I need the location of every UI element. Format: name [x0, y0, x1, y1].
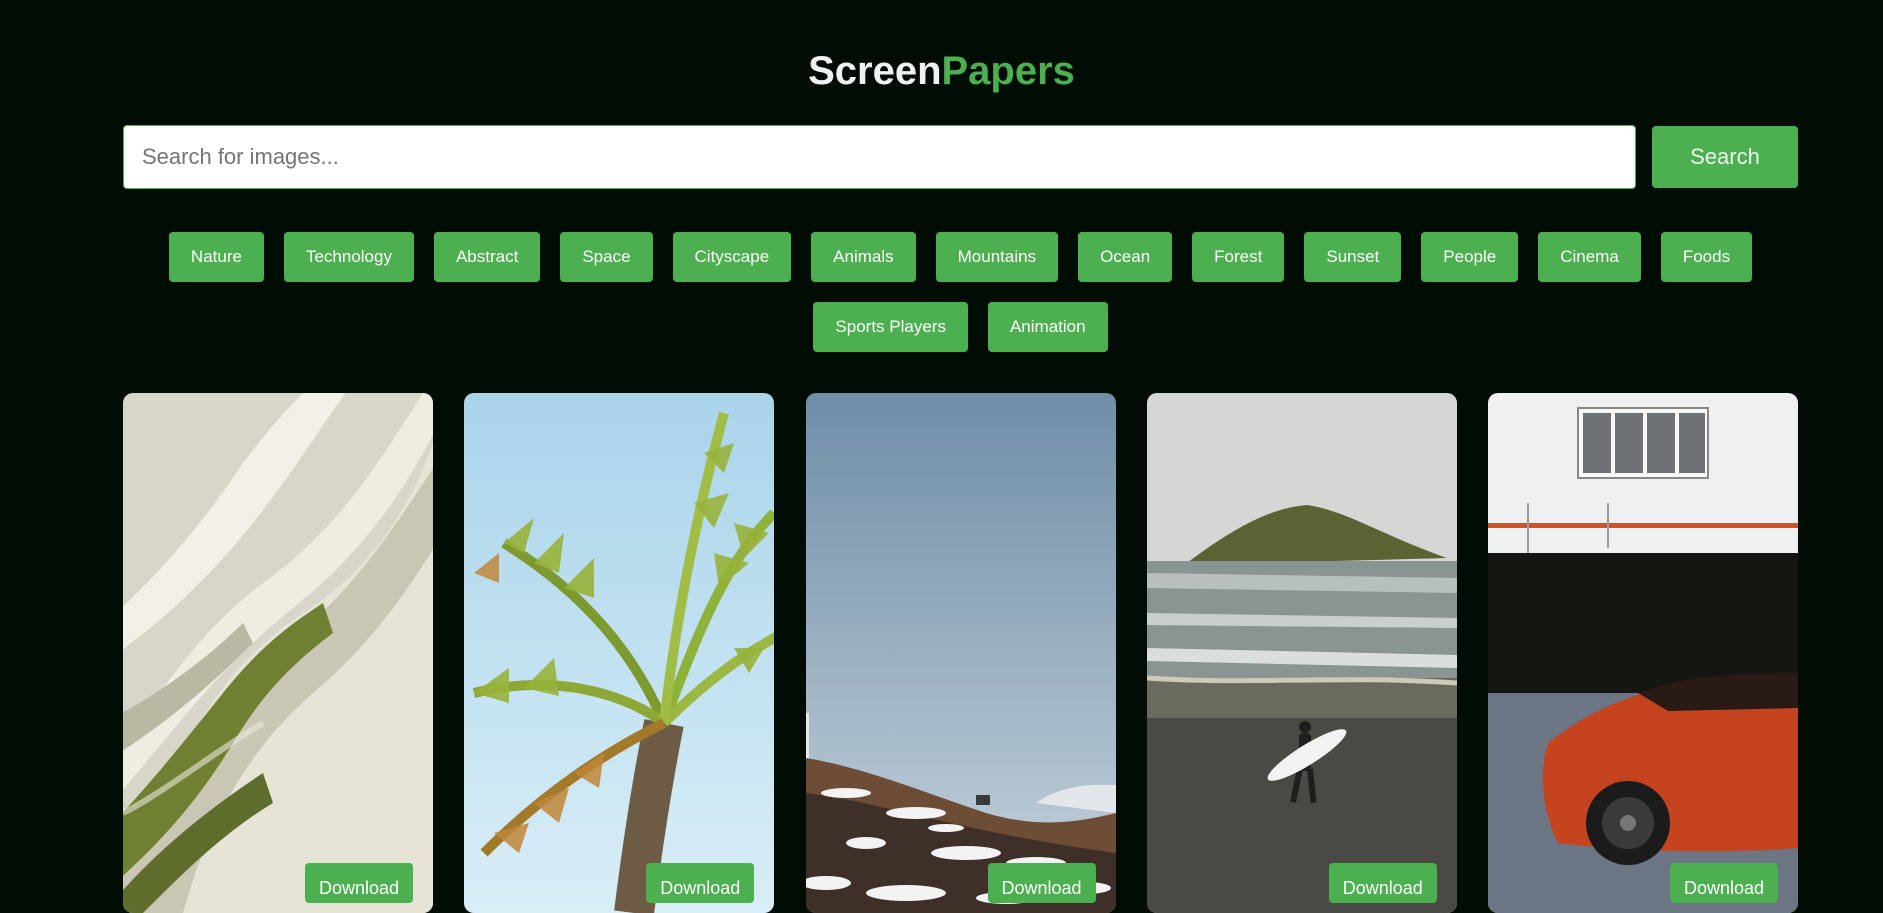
image-card[interactable]: Download	[464, 393, 775, 913]
category-button-space[interactable]: Space	[560, 232, 653, 282]
category-button-abstract[interactable]: Abstract	[433, 232, 541, 282]
category-button-nature[interactable]: Nature	[168, 232, 264, 282]
category-button-ocean[interactable]: Ocean	[1078, 232, 1173, 282]
image-card[interactable]: Download	[805, 393, 1116, 913]
download-button[interactable]: Download	[305, 863, 413, 903]
search-bar: Search	[123, 125, 1798, 189]
palm-tree-image	[464, 393, 775, 913]
red-sports-car-image	[1488, 393, 1798, 913]
category-button-forest[interactable]: Forest	[1192, 232, 1285, 282]
category-button-technology[interactable]: Technology	[283, 232, 414, 282]
search-button[interactable]: Search	[1652, 126, 1798, 188]
category-button-animation[interactable]: Animation	[987, 302, 1108, 352]
download-button[interactable]: Download	[987, 863, 1096, 903]
site-logo[interactable]: ScreenPapers	[0, 46, 1883, 96]
download-button[interactable]: Download	[1328, 863, 1437, 903]
category-button-animals[interactable]: Animals	[811, 232, 916, 282]
logo-text-papers: Papers	[941, 49, 1075, 93]
abstract-green-curves-image	[123, 393, 433, 913]
download-button[interactable]: Download	[646, 863, 755, 903]
category-button-sports-players[interactable]: Sports Players	[813, 302, 968, 352]
category-button-cityscape[interactable]: Cityscape	[672, 232, 792, 282]
category-list: Nature Technology Abstract Space Citysca…	[123, 232, 1798, 352]
logo-text-screen: Screen	[808, 49, 942, 93]
surfer-beach-image	[1146, 393, 1457, 913]
category-button-sunset[interactable]: Sunset	[1304, 232, 1402, 282]
image-card[interactable]: Download	[1146, 393, 1457, 913]
snowy-hillside-image	[805, 393, 1116, 913]
category-button-people[interactable]: People	[1421, 232, 1519, 282]
download-button[interactable]: Download	[1670, 863, 1778, 903]
image-card[interactable]: Download	[1488, 393, 1798, 913]
category-button-cinema[interactable]: Cinema	[1538, 232, 1641, 282]
image-card[interactable]: Download	[123, 393, 433, 913]
category-button-foods[interactable]: Foods	[1660, 232, 1753, 282]
image-gallery: Download Download Download Download Down…	[123, 393, 1798, 913]
search-input[interactable]	[123, 125, 1636, 189]
category-button-mountains[interactable]: Mountains	[935, 232, 1059, 282]
